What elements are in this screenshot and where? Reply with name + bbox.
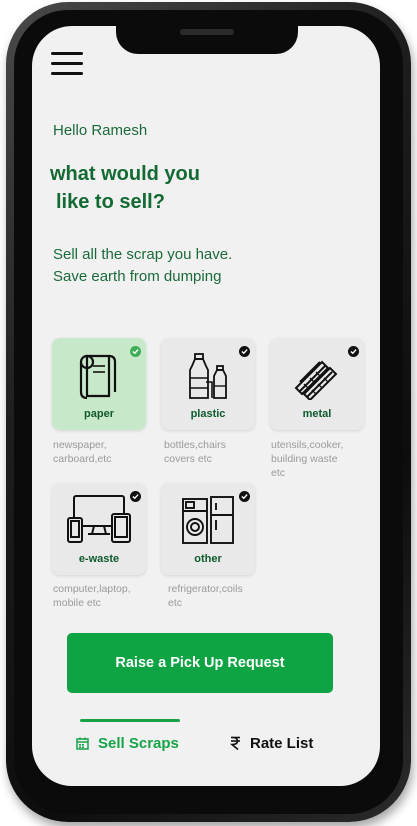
- subtitle-line-2: Save earth from dumping: [53, 268, 222, 285]
- raise-pickup-request-button[interactable]: Raise a Pick Up Request: [67, 633, 333, 693]
- active-tab-indicator: [80, 719, 180, 722]
- category-description-metal: utensils,cooker, building waste etc: [271, 438, 371, 480]
- category-card-plastic[interactable]: plastic: [161, 338, 255, 430]
- tab-label: Rate List: [250, 734, 314, 752]
- category-label: e-waste: [78, 553, 120, 565]
- subtitle: Sell all the scrap you have. Save earth …: [53, 244, 232, 288]
- plastic-bottles-icon: [161, 352, 255, 402]
- subtitle-line-1: Sell all the scrap you have.: [53, 246, 233, 263]
- description-line: mobile etc: [53, 597, 101, 609]
- category-label: paper: [84, 408, 114, 420]
- category-description-other: refrigerator,coils etc: [168, 582, 268, 610]
- rupee-icon: [230, 736, 241, 750]
- app-screen: Hello Ramesh what would you like to sell…: [32, 26, 380, 786]
- category-label: other: [194, 553, 222, 565]
- speaker-grille: [180, 29, 234, 35]
- category-label: metal: [302, 408, 332, 420]
- description-line: newspaper,: [53, 439, 107, 451]
- greeting-text: Hello Ramesh: [53, 122, 148, 139]
- phone-frame: Hello Ramesh what would you like to sell…: [6, 2, 411, 822]
- paper-roll-icon: [52, 352, 146, 402]
- description-line: covers etc: [164, 453, 212, 465]
- tab-sell-scraps[interactable]: Sell Scraps: [76, 731, 179, 755]
- tab-label: Sell Scraps: [98, 734, 179, 752]
- page-title-line-1: what would you: [50, 163, 200, 185]
- metal-rods-icon: [270, 352, 364, 402]
- phone-notch: [116, 26, 298, 54]
- description-line: etc: [271, 467, 286, 479]
- category-description-plastic: bottles,chairs covers etc: [164, 438, 264, 466]
- hamburger-menu-icon[interactable]: [51, 50, 85, 78]
- description-line: building waste: [271, 453, 338, 465]
- calendar-icon: [76, 737, 89, 750]
- category-card-e-waste[interactable]: e-waste: [52, 483, 146, 575]
- tab-rate-list[interactable]: Rate List: [230, 731, 313, 755]
- description-line: computer,laptop,: [53, 583, 131, 595]
- description-line: utensils,cooker,: [271, 439, 344, 451]
- page-title-line-2: like to sell?: [56, 191, 165, 213]
- page-title: what would you like to sell?: [50, 160, 280, 216]
- description-line: etc: [168, 597, 183, 609]
- category-description-e-waste: computer,laptop, mobile etc: [53, 582, 153, 610]
- description-line: refrigerator,coils: [168, 583, 243, 595]
- description-line: carboard,etc: [53, 453, 112, 465]
- category-card-paper[interactable]: paper: [52, 338, 146, 430]
- category-card-other[interactable]: other: [161, 483, 255, 575]
- category-card-metal[interactable]: metal: [270, 338, 364, 430]
- appliances-icon: [161, 495, 255, 545]
- category-description-paper: newspaper, carboard,etc: [53, 438, 153, 466]
- category-label: plastic: [190, 408, 226, 420]
- description-line: bottles,chairs: [164, 439, 226, 451]
- electronics-devices-icon: [52, 493, 146, 543]
